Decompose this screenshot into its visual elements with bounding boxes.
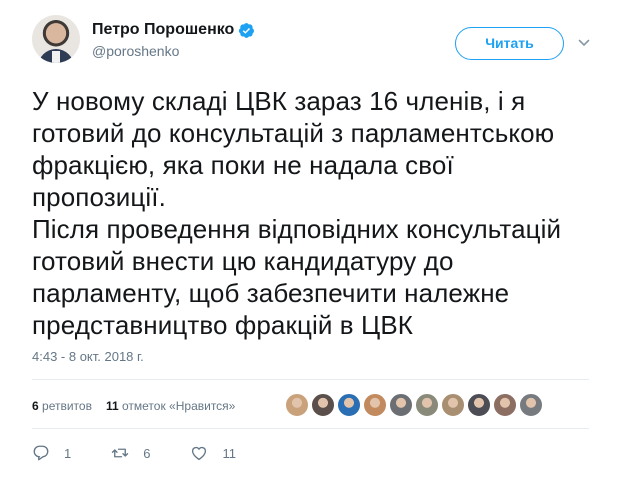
tweet-line: готовий до консультацій з парламентською <box>32 118 555 148</box>
likes-stat[interactable]: 11 отметок «Нравится» <box>106 397 235 415</box>
tweet-line: представництво фракцій в ЦВК <box>32 310 414 340</box>
tweet-timestamp[interactable]: 4:43 - 8 окт. 2018 г. <box>32 349 144 365</box>
tweet-line: Після проведення відповідних консультаці… <box>32 214 562 244</box>
heart-icon <box>192 446 207 461</box>
tweet-line: готовий внести цю кандидатуру до <box>32 246 454 276</box>
divider <box>32 379 589 380</box>
user-handle[interactable]: @poroshenko <box>92 42 179 60</box>
retweets-label: ретвитов <box>42 399 92 413</box>
reply-button[interactable]: 1 <box>32 444 71 462</box>
engagement-stats: 6 ретвитов 11 отметок «Нравится» <box>32 397 249 415</box>
retweet-icon <box>112 448 129 458</box>
tweet-line: фракцією, яка поки не надала свої <box>32 150 454 180</box>
liker-avatar[interactable] <box>337 393 361 417</box>
tweet-text: У новому складі ЦВК зараз 16 членів, і я… <box>32 85 607 341</box>
likes-count: 11 <box>105 399 119 413</box>
verified-badge-icon <box>239 22 255 38</box>
liker-avatars <box>285 393 545 417</box>
liker-avatar[interactable] <box>389 393 413 417</box>
retweet-button[interactable]: 6 <box>111 444 150 462</box>
avatar-shirt <box>52 51 60 63</box>
likes-label: отметок «Нравится» <box>122 399 236 413</box>
tweet-line: У новому складі ЦВК зараз 16 членів, і я <box>32 86 526 116</box>
retweets-stat[interactable]: 6 ретвитов <box>32 397 92 415</box>
reply-icon <box>33 445 49 461</box>
user-avatar[interactable] <box>32 15 80 63</box>
liker-avatar[interactable] <box>519 393 543 417</box>
liker-avatar[interactable] <box>363 393 387 417</box>
like-button[interactable]: 11 <box>190 444 236 462</box>
tweet-line: пропозиції. <box>32 182 166 212</box>
tweet-line: парламенту, щоб забезпечити належне <box>32 278 510 308</box>
liker-avatar[interactable] <box>311 393 335 417</box>
tweet-actions: 1 6 11 <box>32 444 276 462</box>
like-count: 11 <box>222 445 236 461</box>
retweets-count: 6 <box>32 399 39 413</box>
liker-avatar[interactable] <box>493 393 517 417</box>
divider <box>32 428 589 429</box>
retweet-count: 6 <box>143 445 151 461</box>
name-row: Петро Порошенко <box>92 20 255 40</box>
liker-avatar[interactable] <box>441 393 465 417</box>
chevron-down-icon[interactable] <box>578 37 590 49</box>
follow-button[interactable]: Читать <box>455 27 564 60</box>
display-name[interactable]: Петро Порошенко <box>92 20 234 40</box>
liker-avatar[interactable] <box>467 393 491 417</box>
liker-avatar[interactable] <box>285 393 309 417</box>
liker-avatar[interactable] <box>415 393 439 417</box>
reply-count: 1 <box>64 445 72 461</box>
